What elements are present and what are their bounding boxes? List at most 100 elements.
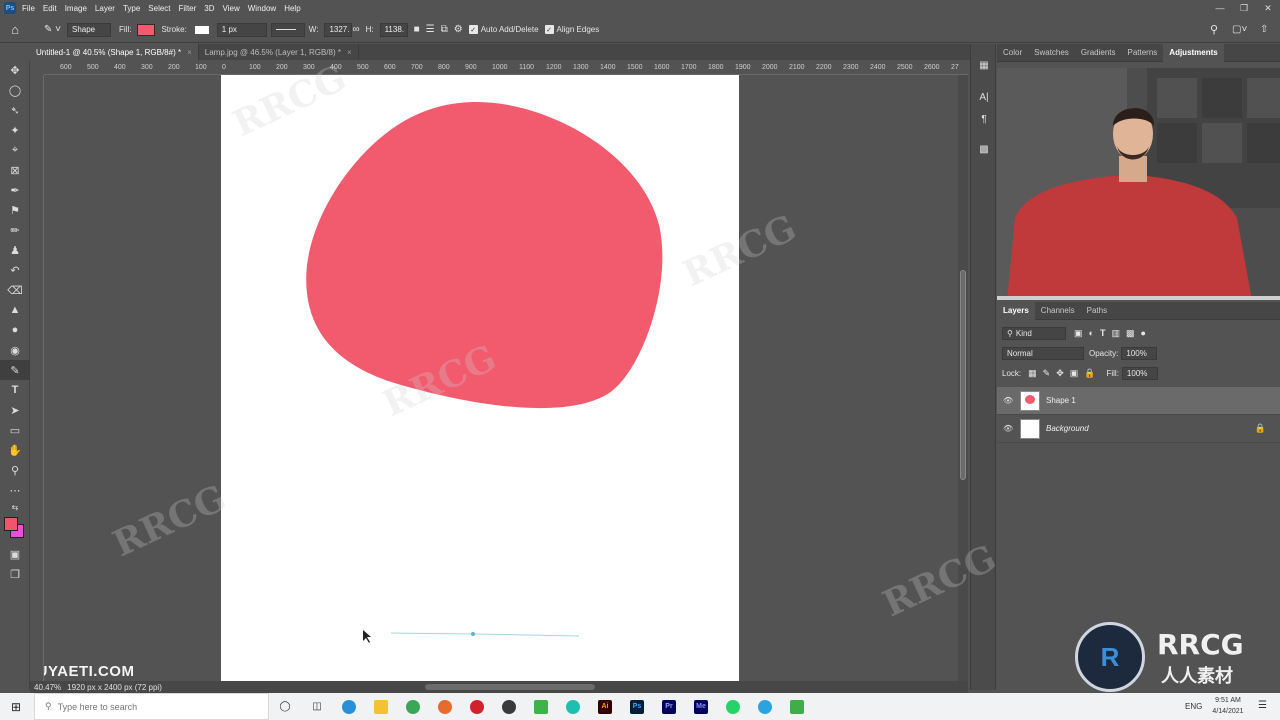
type-tool-icon[interactable]: T	[0, 380, 30, 400]
filter-toggle-icon[interactable]: ●	[1140, 328, 1145, 338]
lock-position-icon[interactable]: ✥	[1056, 368, 1064, 379]
menu-layer[interactable]: Layer	[95, 4, 115, 13]
stroke-swatch[interactable]	[192, 23, 211, 36]
home-icon[interactable]: ⌂	[0, 22, 30, 37]
notifications-icon[interactable]: ☰	[1258, 700, 1267, 711]
menu-image[interactable]: Image	[65, 4, 87, 13]
premiere-icon[interactable]: Pr	[653, 693, 685, 720]
color-swatches[interactable]	[0, 514, 30, 544]
tab-patterns[interactable]: Patterns	[1122, 44, 1164, 62]
cortana-icon[interactable]: ◯	[269, 693, 301, 720]
tab-channels[interactable]: Channels	[1035, 302, 1081, 320]
telegram-icon[interactable]	[749, 693, 781, 720]
canvas-area[interactable]: POUYAETI.COM	[44, 75, 958, 681]
tab-lamp[interactable]: Lamp.jpg @ 46.5% (Layer 1, RGB/8) * ×	[199, 44, 359, 60]
stroke-width-field[interactable]: 1 px	[216, 22, 267, 37]
character-icon[interactable]: A|	[971, 86, 997, 108]
visibility-eye-icon[interactable]: 👁	[1003, 396, 1013, 406]
screen-mode-icon[interactable]: ❐	[0, 564, 30, 584]
zoom-level[interactable]: 40.47%	[34, 683, 61, 692]
shape-1-blob[interactable]	[306, 102, 663, 409]
maximize-icon[interactable]: ❐	[1232, 0, 1256, 16]
marquee-tool-icon[interactable]: ◯	[0, 80, 30, 100]
link-dimensions-icon[interactable]: ∞	[352, 24, 359, 35]
layer-row-shape-1[interactable]: 👁 Shape 1	[997, 387, 1280, 415]
auto-add-delete-checkbox[interactable]: ✓ Auto Add/Delete	[468, 25, 539, 34]
history-brush-icon[interactable]: ↶	[0, 260, 30, 280]
path-alignment-icon[interactable]: ☰	[426, 24, 435, 35]
tab-gradients[interactable]: Gradients	[1075, 44, 1122, 62]
media-encoder-icon[interactable]: Me	[685, 693, 717, 720]
eraser-tool-icon[interactable]: ⌫	[0, 280, 30, 300]
image-filter-icon[interactable]: ▣	[1074, 328, 1083, 339]
properties-icon[interactable]: ▦	[971, 54, 997, 76]
tab-layers[interactable]: Layers	[997, 301, 1035, 320]
whatsapp-icon[interactable]	[717, 693, 749, 720]
move-tool-icon[interactable]: ✥	[0, 60, 30, 80]
swap-colors-icon[interactable]: ⇆	[0, 500, 30, 514]
shape-filter-icon[interactable]: ▥	[1111, 328, 1120, 339]
horizontal-scroll-thumb[interactable]	[425, 684, 595, 690]
dodge-tool-icon[interactable]: ◉	[0, 340, 30, 360]
path-selection-icon[interactable]: ➤	[0, 400, 30, 420]
close-tab-icon[interactable]: ×	[347, 48, 352, 57]
paint-bucket-icon[interactable]: ▲	[0, 300, 30, 320]
crop-tool-icon[interactable]: ⌖	[0, 140, 30, 160]
layer-filter-kind[interactable]: ⚲ Kind	[1002, 326, 1066, 340]
lasso-tool-icon[interactable]: ➴	[0, 100, 30, 120]
menu-file[interactable]: File	[22, 4, 35, 13]
width-field[interactable]: 1327.	[324, 22, 353, 37]
menu-filter[interactable]: Filter	[179, 4, 197, 13]
hand-tool-icon[interactable]: ✋	[0, 440, 30, 460]
share-icon[interactable]: ⇧	[1260, 24, 1268, 35]
vertical-scroll-thumb[interactable]	[960, 270, 966, 480]
menu-window[interactable]: Window	[248, 4, 276, 13]
healing-brush-icon[interactable]: ⚑	[0, 200, 30, 220]
app-icon[interactable]	[557, 693, 589, 720]
obs-icon[interactable]	[493, 693, 525, 720]
stroke-type-select[interactable]	[270, 22, 305, 37]
photoshop-logo-icon[interactable]: Ps	[4, 2, 16, 14]
edge-icon[interactable]	[333, 693, 365, 720]
menu-help[interactable]: Help	[284, 4, 300, 13]
lock-artboard-icon[interactable]: ▣	[1070, 368, 1079, 379]
document-canvas[interactable]	[221, 75, 739, 681]
path-arrangement-icon[interactable]: ⧉	[441, 24, 448, 35]
lock-all-icon[interactable]: 🔒	[1084, 368, 1095, 379]
lock-image-icon[interactable]: ✎	[1043, 368, 1051, 379]
tab-color[interactable]: Color	[997, 44, 1028, 62]
tab-adjustments[interactable]: Adjustments	[1163, 43, 1224, 62]
rectangle-tool-icon[interactable]: ▭	[0, 420, 30, 440]
chrome-icon[interactable]	[397, 693, 429, 720]
tool-mode-select[interactable]: Shape	[67, 22, 111, 37]
fill-swatch[interactable]	[137, 23, 156, 36]
clock[interactable]: 9:51 AM 4/14/2021	[1208, 695, 1248, 717]
height-field[interactable]: 1138.	[379, 22, 408, 37]
brush-tool-icon[interactable]: ✏	[0, 220, 30, 240]
smart-object-filter-icon[interactable]: ▩	[1126, 328, 1135, 339]
minimize-icon[interactable]: —	[1208, 0, 1232, 16]
menu-edit[interactable]: Edit	[43, 4, 57, 13]
type-filter-icon[interactable]: T	[1100, 328, 1106, 338]
align-edges-checkbox[interactable]: ✓ Align Edges	[544, 25, 599, 34]
menu-3d[interactable]: 3D	[204, 4, 214, 13]
paragraph-icon[interactable]: ¶	[971, 108, 997, 130]
adjustment-filter-icon[interactable]: ◐	[1089, 328, 1094, 338]
smudge-tool-icon[interactable]: ●	[0, 320, 30, 340]
blend-mode-select[interactable]: Normal	[1002, 346, 1084, 360]
illustrator-icon[interactable]: Ai	[589, 693, 621, 720]
pen-tool-icon[interactable]: ✎	[0, 360, 30, 380]
opacity-field[interactable]: 100%	[1121, 346, 1158, 360]
foreground-color-swatch[interactable]	[4, 517, 18, 531]
eyedropper-icon[interactable]: ✒	[0, 180, 30, 200]
taskbar-search[interactable]: ⚲ Type here to search	[34, 693, 269, 720]
fill-field[interactable]: 100%	[1121, 366, 1158, 380]
windows-start-icon[interactable]: ⊞	[0, 693, 32, 720]
photoshop-icon[interactable]: Ps	[621, 693, 653, 720]
menu-view[interactable]: View	[223, 4, 240, 13]
magic-wand-icon[interactable]: ✦	[0, 120, 30, 140]
menu-select[interactable]: Select	[148, 4, 170, 13]
app-icon[interactable]	[781, 693, 813, 720]
quick-mask-icon[interactable]: ▣	[0, 544, 30, 564]
zoom-tool-icon[interactable]: ⚲	[0, 460, 30, 480]
